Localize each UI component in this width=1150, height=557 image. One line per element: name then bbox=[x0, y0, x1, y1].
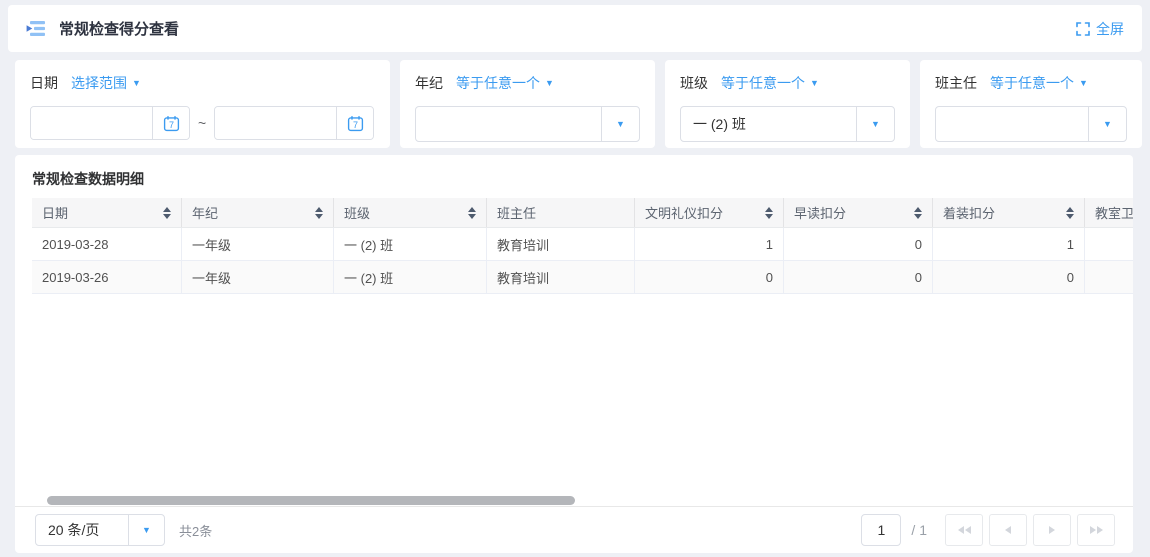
date-from-input[interactable] bbox=[31, 107, 152, 139]
data-panel: 常规检查数据明细 日期 年纪 班级 班主任 bbox=[15, 155, 1133, 553]
fullscreen-icon bbox=[1076, 22, 1090, 36]
column-header-date[interactable]: 日期 bbox=[32, 198, 182, 227]
filter-date-operator-dropdown[interactable]: 选择范围 ▼ bbox=[71, 73, 141, 93]
total-count-label: 共2条 bbox=[179, 521, 212, 540]
filter-date-label: 日期 bbox=[30, 73, 58, 93]
table-row: 2019-03-28 一年级 一 (2) 班 教育培训 1 0 1 bbox=[32, 228, 1133, 261]
chevron-down-icon: ▼ bbox=[616, 120, 625, 129]
table-header-row: 日期 年纪 班级 班主任 文明礼仪扣分 bbox=[32, 198, 1133, 228]
column-header-classroom-hygiene-deduction: 教室卫生扣分 bbox=[1085, 198, 1133, 227]
column-header-dress-deduction[interactable]: 着装扣分 bbox=[933, 198, 1085, 227]
filter-class-operator-dropdown[interactable]: 等于任意一个 ▼ bbox=[721, 73, 819, 93]
filter-row: 日期 选择范围 ▼ 7 bbox=[15, 60, 1142, 148]
date-to-field: 7 bbox=[214, 106, 374, 140]
next-page-button[interactable] bbox=[1033, 514, 1071, 546]
teacher-select-value bbox=[936, 107, 1088, 141]
chevron-left-icon bbox=[1005, 526, 1011, 534]
horizontal-scrollbar[interactable] bbox=[32, 495, 1133, 506]
double-chevron-right-icon bbox=[1090, 526, 1096, 534]
date-from-calendar-button[interactable]: 7 bbox=[152, 107, 189, 139]
table-title: 常规检查数据明细 bbox=[15, 155, 1133, 198]
sort-icon[interactable] bbox=[315, 207, 323, 219]
chevron-down-icon: ▼ bbox=[871, 120, 880, 129]
page-size-value: 20 条/页 bbox=[36, 515, 128, 545]
filter-grade-operator-dropdown[interactable]: 等于任意一个 ▼ bbox=[456, 73, 554, 93]
date-to-input[interactable] bbox=[215, 107, 336, 139]
chevron-down-icon: ▼ bbox=[142, 526, 151, 535]
chevron-down-icon: ▼ bbox=[545, 79, 554, 88]
date-to-calendar-button[interactable]: 7 bbox=[336, 107, 373, 139]
page-size-select[interactable]: 20 条/页 ▼ bbox=[35, 514, 165, 546]
column-header-etiquette-deduction[interactable]: 文明礼仪扣分 bbox=[635, 198, 784, 227]
chevron-right-icon bbox=[1049, 526, 1055, 534]
scrollbar-thumb[interactable] bbox=[47, 496, 575, 505]
last-page-button[interactable] bbox=[1077, 514, 1115, 546]
column-header-grade[interactable]: 年纪 bbox=[182, 198, 334, 227]
teacher-select[interactable]: ▼ bbox=[935, 106, 1127, 142]
filter-card-teacher: 班主任 等于任意一个 ▼ ▼ bbox=[920, 60, 1142, 148]
sort-icon[interactable] bbox=[765, 207, 773, 219]
calendar-icon: 7 bbox=[163, 115, 180, 132]
filter-grade-label: 年纪 bbox=[415, 73, 443, 93]
table: 日期 年纪 班级 班主任 文明礼仪扣分 bbox=[32, 198, 1133, 294]
sort-icon[interactable] bbox=[1066, 207, 1074, 219]
svg-text:7: 7 bbox=[353, 119, 358, 129]
column-header-morning-reading-deduction[interactable]: 早读扣分 bbox=[784, 198, 933, 227]
first-page-button[interactable] bbox=[945, 514, 983, 546]
fullscreen-label: 全屏 bbox=[1096, 19, 1124, 39]
chevron-down-icon: ▼ bbox=[1103, 120, 1112, 129]
table-row: 2019-03-26 一年级 一 (2) 班 教育培训 0 0 0 bbox=[32, 261, 1133, 294]
total-pages-label: / 1 bbox=[911, 522, 927, 538]
collapse-menu-icon[interactable] bbox=[26, 21, 45, 36]
filter-card-grade: 年纪 等于任意一个 ▼ ▼ bbox=[400, 60, 655, 148]
date-range-separator: ~ bbox=[198, 115, 206, 131]
chevron-down-icon: ▼ bbox=[810, 79, 819, 88]
filter-card-class: 班级 等于任意一个 ▼ 一 (2) 班 ▼ bbox=[665, 60, 910, 148]
sort-icon[interactable] bbox=[914, 207, 922, 219]
chevron-down-icon: ▼ bbox=[1079, 79, 1088, 88]
column-header-class[interactable]: 班级 bbox=[334, 198, 487, 227]
page-number-input[interactable] bbox=[861, 514, 901, 546]
page-title: 常规检查得分查看 bbox=[59, 18, 179, 39]
filter-card-date: 日期 选择范围 ▼ 7 bbox=[15, 60, 390, 148]
sort-icon[interactable] bbox=[468, 207, 476, 219]
date-from-field: 7 bbox=[30, 106, 190, 140]
top-bar: 常规检查得分查看 全屏 bbox=[8, 5, 1142, 52]
filter-teacher-operator-dropdown[interactable]: 等于任意一个 ▼ bbox=[990, 73, 1088, 93]
table-empty-area bbox=[15, 294, 1133, 495]
pagination-bar: 20 条/页 ▼ 共2条 / 1 bbox=[15, 506, 1133, 553]
column-header-teacher: 班主任 bbox=[487, 198, 635, 227]
fullscreen-button[interactable]: 全屏 bbox=[1076, 19, 1124, 39]
class-select[interactable]: 一 (2) 班 ▼ bbox=[680, 106, 895, 142]
class-select-value: 一 (2) 班 bbox=[681, 107, 856, 141]
grade-select[interactable]: ▼ bbox=[415, 106, 640, 142]
grade-select-value bbox=[416, 107, 601, 141]
sort-icon[interactable] bbox=[163, 207, 171, 219]
filter-class-label: 班级 bbox=[680, 73, 708, 93]
previous-page-button[interactable] bbox=[989, 514, 1027, 546]
double-chevron-left-icon bbox=[958, 526, 964, 534]
chevron-down-icon: ▼ bbox=[132, 79, 141, 88]
filter-teacher-label: 班主任 bbox=[935, 73, 977, 93]
calendar-icon: 7 bbox=[347, 115, 364, 132]
svg-text:7: 7 bbox=[168, 119, 173, 129]
